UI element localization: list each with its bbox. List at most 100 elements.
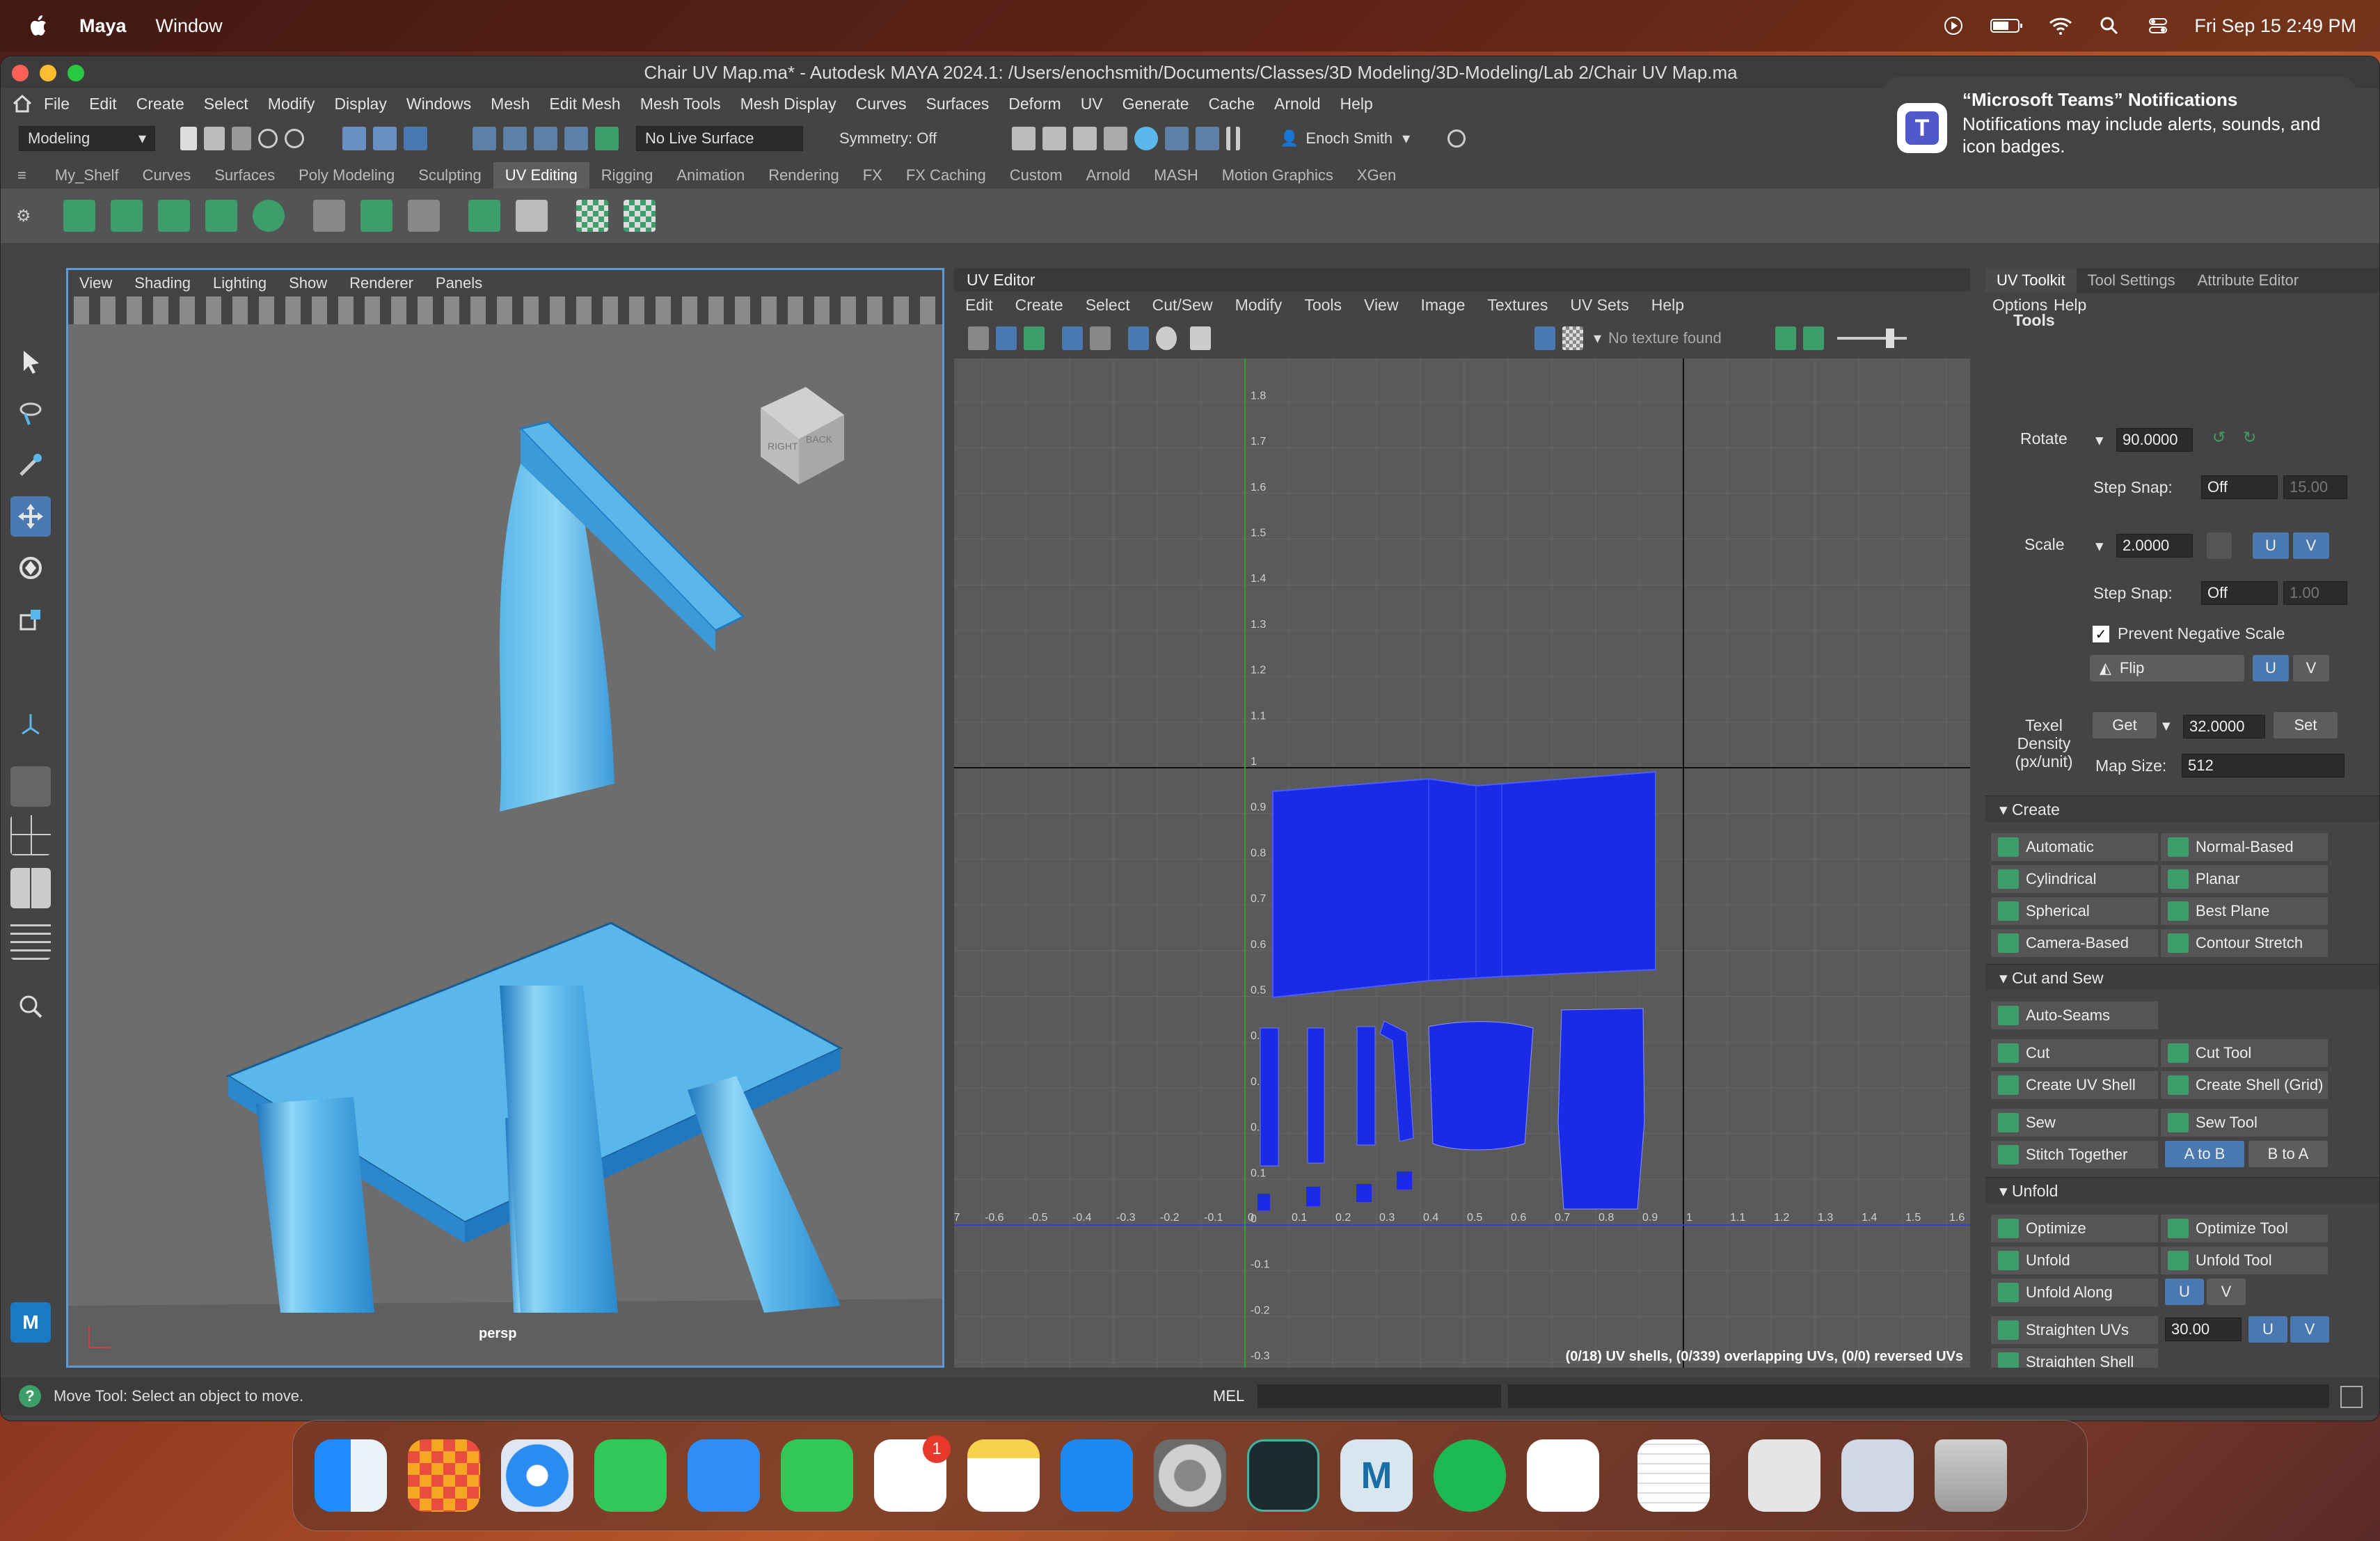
snap-curve-icon[interactable] (503, 127, 527, 150)
checker-map-icon[interactable] (576, 200, 608, 232)
menu-deform[interactable]: Deform (1008, 95, 1061, 113)
outliner-layout-icon[interactable] (10, 919, 51, 960)
uv-menu-create[interactable]: Create (1015, 296, 1063, 315)
tab-uv-toolkit[interactable]: UV Toolkit (1985, 268, 2077, 293)
new-scene-icon[interactable] (180, 127, 197, 150)
create-best-plane-button[interactable]: Best Plane (2161, 897, 2328, 925)
user-account-dropdown[interactable]: 👤 Enoch Smith ▾ (1271, 126, 1444, 151)
texel-set-button[interactable]: Set (2274, 712, 2338, 738)
menu-set-dropdown[interactable]: Modeling ▾ (19, 126, 155, 151)
archive-utility-icon[interactable] (1748, 1439, 1820, 1512)
symmetry-dropdown[interactable]: Symmetry: Off (831, 126, 970, 151)
chevron-down-icon[interactable]: ▾ (2095, 431, 2104, 450)
system-settings-icon[interactable] (1154, 1439, 1226, 1512)
uv-toolbar-icon[interactable] (968, 326, 989, 350)
create-automatic-button[interactable]: Automatic (1991, 833, 2158, 861)
viewport-menu-shading[interactable]: Shading (134, 274, 191, 292)
uv-menu-tools[interactable]: Tools (1304, 296, 1342, 315)
app-store-icon[interactable] (1061, 1439, 1133, 1512)
straighten-v-button[interactable]: V (2290, 1316, 2329, 1343)
straighten-u-button[interactable]: U (2248, 1316, 2287, 1343)
uv-menu-image[interactable]: Image (1420, 296, 1465, 315)
menu-create[interactable]: Create (136, 95, 184, 113)
render-settings-icon[interactable] (1104, 127, 1127, 150)
cut-tool-button[interactable]: Cut Tool (2161, 1039, 2328, 1067)
lasso-tool-icon[interactable] (10, 393, 51, 434)
stitch-together-button[interactable]: Stitch Together (1991, 1141, 2158, 1169)
mel-label[interactable]: MEL (1213, 1387, 1244, 1405)
create-shell-grid-button[interactable]: Create Shell (Grid) (2161, 1071, 2328, 1099)
menu-generate[interactable]: Generate (1122, 95, 1189, 113)
layout-uv-icon[interactable] (516, 200, 548, 232)
cut-button[interactable]: Cut (1991, 1039, 2158, 1067)
menu-edit[interactable]: Edit (89, 95, 117, 113)
straighten-uvs-button[interactable]: Straighten UVs (1991, 1316, 2158, 1344)
shelf-tab[interactable]: Rendering (756, 162, 851, 189)
shelf-tab-active[interactable]: UV Editing (493, 162, 589, 189)
menu-surfaces[interactable]: Surfaces (926, 95, 990, 113)
menu-modify[interactable]: Modify (268, 95, 315, 113)
wifi-icon[interactable] (2048, 15, 2073, 36)
messages-icon[interactable] (594, 1439, 667, 1512)
shelf-tab[interactable]: My_Shelf (43, 162, 131, 189)
arnold-render-icon[interactable] (1165, 127, 1189, 150)
menu-help[interactable]: Help (1340, 95, 1373, 113)
menu-select[interactable]: Select (204, 95, 248, 113)
menu-mesh-display[interactable]: Mesh Display (740, 95, 836, 113)
menu-mesh[interactable]: Mesh (491, 95, 530, 113)
hypershade-icon[interactable] (1134, 127, 1158, 150)
uv-toolbar-icon[interactable] (1090, 326, 1111, 350)
chevron-down-icon[interactable]: ▾ (2095, 537, 2104, 555)
viewport-menu-show[interactable]: Show (289, 274, 327, 292)
shelf-tab[interactable]: Custom (998, 162, 1074, 189)
facetime-icon[interactable] (781, 1439, 853, 1512)
unfold-section-header[interactable]: ▾ Unfold (1985, 1177, 2379, 1203)
open-scene-icon[interactable] (204, 127, 225, 150)
menu-cache[interactable]: Cache (1209, 95, 1255, 113)
rotate-cw-icon[interactable]: ↻ (2243, 428, 2256, 447)
uv-menu-edit[interactable]: Edit (965, 296, 993, 315)
straighten-angle-field[interactable]: 30.00 (2165, 1318, 2242, 1341)
snap-point-icon[interactable] (534, 127, 557, 150)
optimize-tool-button[interactable]: Optimize Tool (2161, 1215, 2328, 1242)
make-live-icon[interactable] (595, 127, 619, 150)
shelf-tab[interactable]: Surfaces (203, 162, 287, 189)
maya-logo-icon[interactable]: M (10, 1302, 51, 1343)
sew-button[interactable]: Sew (1991, 1109, 2158, 1137)
b-to-a-button[interactable]: B to A (2248, 1141, 2328, 1167)
straighten-shell-button[interactable]: Straighten Shell (1991, 1348, 2158, 1368)
unfold-along-v-button[interactable]: V (2207, 1279, 2246, 1305)
uv-menu-textures[interactable]: Textures (1487, 296, 1548, 315)
shelf-tab[interactable]: XGen (1345, 162, 1408, 189)
cylindrical-map-icon[interactable] (111, 200, 143, 232)
menubar-window[interactable]: Window (156, 15, 223, 37)
create-camera-based-button[interactable]: Camera-Based (1991, 929, 2158, 957)
gitkraken-icon[interactable] (1247, 1439, 1319, 1512)
trash-icon[interactable] (1935, 1439, 2007, 1512)
exposure-slider-handle[interactable] (1886, 329, 1895, 348)
flip-button[interactable]: ◭ Flip (2090, 655, 2244, 681)
ipr-render-icon[interactable] (1073, 127, 1097, 150)
select-object-icon[interactable] (373, 127, 397, 150)
finder-icon[interactable] (315, 1439, 387, 1512)
prevent-negative-scale-checkbox[interactable]: ✓ (2093, 626, 2109, 642)
save-scene-icon[interactable] (232, 127, 251, 150)
redo-icon[interactable] (285, 129, 304, 148)
a-to-b-button[interactable]: A to B (2165, 1141, 2244, 1167)
rotate-tool-icon[interactable] (10, 548, 51, 588)
menu-windows[interactable]: Windows (406, 95, 471, 113)
menu-file[interactable]: File (44, 95, 70, 113)
notes-icon[interactable] (967, 1439, 1040, 1512)
scale-tool-icon[interactable] (10, 599, 51, 640)
display-image-icon[interactable] (1534, 326, 1555, 350)
grid-icon[interactable] (1062, 326, 1083, 350)
shelf-tab[interactable]: Motion Graphics (1210, 162, 1345, 189)
tools-section-label[interactable]: Tools (2013, 311, 2055, 330)
tab-tool-settings[interactable]: Tool Settings (2077, 271, 2187, 290)
scale-step-value[interactable]: 1.00 (2283, 581, 2347, 605)
help-icon[interactable]: ? (19, 1385, 41, 1407)
control-center-icon[interactable] (2145, 15, 2171, 36)
create-uv-shell-button[interactable]: Create UV Shell (1991, 1071, 2158, 1099)
sew-tool-button[interactable]: Sew Tool (2161, 1109, 2328, 1137)
toolkit-help-menu[interactable]: Help (2054, 296, 2086, 315)
